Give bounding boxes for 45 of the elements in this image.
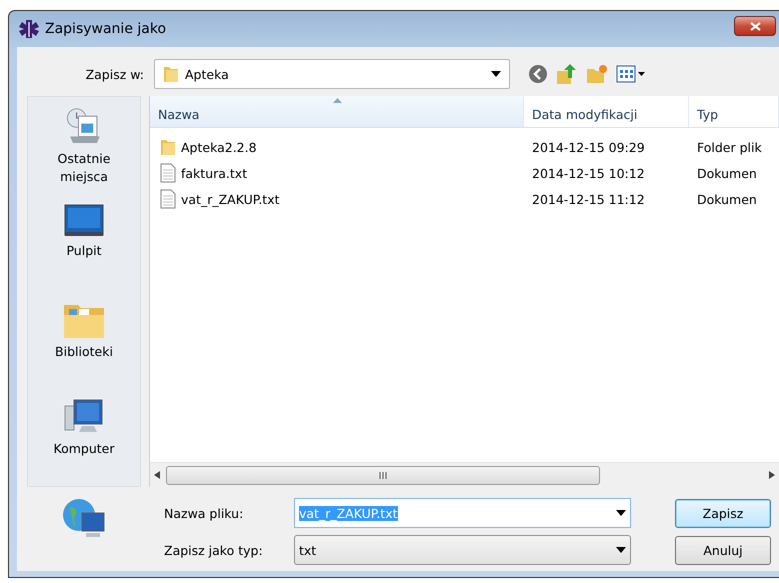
cancel-button[interactable]: Anuluj bbox=[675, 536, 771, 564]
close-button[interactable] bbox=[734, 16, 776, 36]
up-folder-button[interactable] bbox=[556, 63, 578, 85]
save-button[interactable]: Zapisz bbox=[675, 498, 771, 528]
caret-icon bbox=[616, 510, 626, 516]
text-file-icon bbox=[160, 163, 176, 183]
location-dropdown[interactable]: Apteka bbox=[154, 59, 510, 89]
grip-icon bbox=[378, 472, 388, 478]
caduceus-icon bbox=[19, 19, 39, 39]
text-file-icon bbox=[160, 189, 176, 209]
file-name-cell[interactable]: Apteka2.2.8 bbox=[150, 138, 524, 156]
file-type-dropdown[interactable]: txt bbox=[294, 535, 631, 565]
save-in-label: Zapisz w: bbox=[84, 66, 145, 82]
type-cell-text: Dokumen bbox=[696, 166, 758, 180]
sort-arrow-icon bbox=[333, 98, 342, 103]
sidebar-item[interactable]: Ostatnie miejsca bbox=[44, 107, 124, 186]
date-cell-text: 2014-12-15 09:29 bbox=[531, 140, 646, 154]
folder-up-arrow-icon bbox=[556, 63, 578, 85]
close-icon bbox=[750, 22, 760, 30]
scroll-right-icon bbox=[769, 471, 775, 479]
file-type-label: Zapisz jako typ: bbox=[164, 542, 264, 558]
file-name-label: Nazwa pliku: bbox=[164, 506, 244, 520]
desktop-icon bbox=[64, 204, 104, 238]
view-grid-icon bbox=[616, 65, 646, 83]
sidebar-item[interactable]: Pulpit bbox=[64, 204, 104, 283]
folder-icon bbox=[160, 138, 176, 156]
back-button[interactable] bbox=[528, 64, 548, 84]
sidebar-item[interactable]: Komputer bbox=[54, 398, 114, 477]
column-header[interactable]: Nazwa bbox=[150, 96, 524, 127]
window-title: Zapisywanie jako bbox=[45, 21, 168, 37]
caret-icon bbox=[491, 71, 501, 77]
type-cell-text: Dokumen bbox=[696, 192, 758, 206]
type-cell-text: Folder plik bbox=[696, 140, 763, 154]
date-cell-text: 2014-12-15 10:12 bbox=[531, 166, 646, 180]
scrollbar-thumb[interactable] bbox=[166, 466, 600, 484]
view-menu-button[interactable] bbox=[616, 65, 646, 83]
file-name-cell[interactable]: faktura.txt bbox=[150, 163, 524, 183]
caret-icon bbox=[616, 547, 626, 553]
sidebar-item[interactable]: Biblioteki bbox=[55, 301, 113, 380]
folder-icon bbox=[163, 65, 179, 83]
scroll-left-icon bbox=[154, 471, 160, 479]
file-name-cell[interactable]: vat_r_ZAKUP.txt bbox=[150, 189, 524, 209]
date-cell-text: 2014-12-15 11:12 bbox=[531, 192, 646, 206]
horizontal-scrollbar[interactable] bbox=[150, 462, 779, 487]
new-folder-icon bbox=[586, 64, 608, 84]
